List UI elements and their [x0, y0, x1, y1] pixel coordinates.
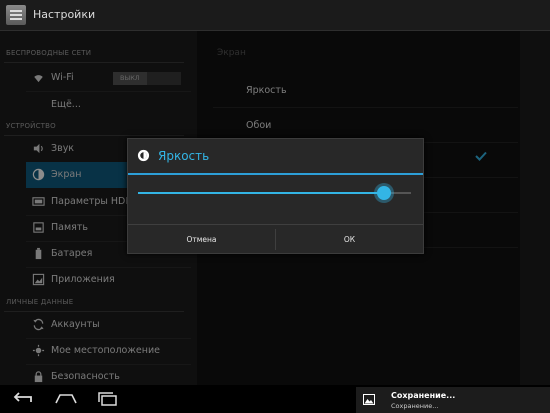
notification-subtitle: Сохранение... — [391, 402, 439, 410]
brightness-icon — [137, 149, 150, 162]
dialog-buttons: Отмена ОК — [128, 224, 423, 254]
action-bar: Настройки — [0, 0, 550, 31]
app-title: Настройки — [33, 8, 96, 21]
cancel-button[interactable]: Отмена — [128, 225, 275, 254]
recent-apps-icon[interactable] — [96, 391, 120, 407]
home-icon[interactable] — [54, 391, 78, 407]
ok-button[interactable]: ОК — [276, 225, 423, 254]
image-icon — [363, 394, 375, 405]
back-icon[interactable] — [10, 391, 34, 407]
dialog-title-bar: Яркость — [128, 139, 423, 175]
brightness-dialog: Яркость Отмена ОК — [127, 138, 424, 254]
notification-title: Сохранение... — [391, 391, 456, 400]
brightness-slider-thumb[interactable] — [377, 186, 391, 200]
dialog-title: Яркость — [158, 149, 210, 163]
notification-toast[interactable]: Сохранение... Сохранение... — [356, 387, 550, 413]
brightness-slider-track[interactable] — [138, 192, 384, 194]
settings-app-icon[interactable] — [6, 5, 26, 25]
